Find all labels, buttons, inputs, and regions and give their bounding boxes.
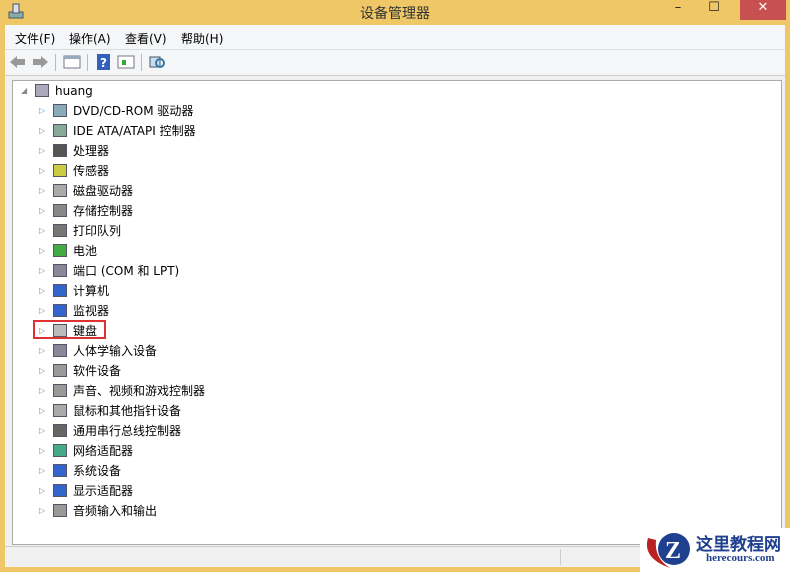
tree-item-label: 声音、视频和游戏控制器 — [73, 384, 206, 398]
expand-icon[interactable]: ▷ — [39, 101, 49, 121]
expand-icon[interactable]: ▷ — [39, 301, 49, 321]
device-category-icon — [53, 184, 67, 197]
toolbar-separator — [141, 54, 142, 71]
device-category-icon — [53, 284, 67, 297]
menu-bar: 文件(F) 操作(A) 查看(V) 帮助(H) — [5, 25, 785, 50]
svg-text:?: ? — [100, 56, 107, 70]
help-icon[interactable]: ? — [95, 54, 113, 70]
tree-item-label: 存储控制器 — [73, 204, 134, 218]
device-category-icon — [53, 464, 67, 477]
expand-icon[interactable]: ▷ — [39, 241, 49, 261]
tree-item-label: 计算机 — [73, 284, 110, 298]
tree-item-label: 鼠标和其他指针设备 — [73, 404, 182, 418]
watermark: Z 这里教程网 herecours.com — [640, 528, 790, 572]
expand-icon[interactable]: ▷ — [39, 141, 49, 161]
minimize-button[interactable]: – — [664, 0, 692, 20]
toolbar-separator — [55, 54, 56, 71]
tree-item-label: 通用串行总线控制器 — [73, 424, 182, 438]
highlight-box — [33, 320, 106, 339]
expand-icon[interactable]: ▷ — [39, 341, 49, 361]
tree-item-label: 网络适配器 — [73, 444, 134, 458]
scan-hardware-icon[interactable] — [148, 54, 166, 70]
tree-item-label: 打印队列 — [73, 224, 122, 238]
tree-item-label: 监视器 — [73, 304, 110, 318]
expand-icon[interactable]: ▷ — [39, 361, 49, 381]
close-button[interactable]: ✕ — [740, 0, 786, 20]
tree-item-label: 端口 (COM 和 LPT) — [73, 264, 180, 278]
expand-icon[interactable]: ▷ — [39, 261, 49, 281]
expand-icon[interactable]: ▷ — [39, 221, 49, 241]
expand-icon[interactable]: ▷ — [39, 421, 49, 441]
device-category-icon — [53, 344, 67, 357]
device-category-icon — [53, 244, 67, 257]
toolbar-separator — [87, 54, 88, 71]
device-category-icon — [53, 484, 67, 497]
device-category-icon — [53, 204, 67, 217]
expand-icon[interactable]: ▷ — [39, 461, 49, 481]
menu-help[interactable]: 帮助(H) — [181, 30, 223, 47]
tree-item-label: 传感器 — [73, 164, 110, 178]
tree-item-label: IDE ATA/ATAPI 控制器 — [73, 124, 196, 138]
properties-icon[interactable] — [117, 54, 135, 70]
status-pane — [560, 549, 561, 565]
expand-icon[interactable]: ▷ — [39, 381, 49, 401]
tree-root-label: huang — [55, 84, 93, 98]
expand-icon[interactable]: ▷ — [39, 181, 49, 201]
menu-action[interactable]: 操作(A) — [69, 30, 111, 47]
tree-item-label: 人体学输入设备 — [73, 344, 158, 358]
device-category-icon — [53, 364, 67, 377]
device-category-icon — [53, 144, 67, 157]
tree-item-label: 显示适配器 — [73, 484, 134, 498]
console-tree-icon[interactable] — [63, 54, 81, 70]
toolbar: ? — [5, 50, 785, 76]
device-category-icon — [53, 124, 67, 137]
window-frame: 文件(F) 操作(A) 查看(V) 帮助(H) ? ◢ huang ▷ DVD/C… — [5, 25, 785, 567]
expand-icon[interactable]: ▷ — [39, 401, 49, 421]
tree-item-label: 软件设备 — [73, 364, 122, 378]
device-category-icon — [53, 424, 67, 437]
tree-item-label: 音频输入和输出 — [73, 504, 158, 518]
tree-item-label: 处理器 — [73, 144, 110, 158]
menu-file[interactable]: 文件(F) — [15, 30, 55, 47]
svg-text:Z: Z — [665, 538, 681, 564]
back-icon[interactable] — [9, 54, 27, 70]
device-category-icon — [53, 224, 67, 237]
device-category-icon — [53, 444, 67, 457]
device-category-icon — [53, 384, 67, 397]
expand-icon[interactable]: ▷ — [39, 161, 49, 181]
menu-view[interactable]: 查看(V) — [125, 30, 167, 47]
expand-icon[interactable]: ▷ — [39, 481, 49, 501]
device-category-icon — [53, 264, 67, 277]
tree-item-label: 系统设备 — [73, 464, 122, 478]
watermark-url: herecours.com — [706, 552, 775, 564]
tree-item-label: DVD/CD-ROM 驱动器 — [73, 104, 194, 118]
collapse-icon[interactable]: ◢ — [21, 81, 31, 101]
expand-icon[interactable]: ▷ — [39, 281, 49, 301]
maximize-button[interactable]: ☐ — [694, 0, 734, 20]
tree-item-label: 电池 — [73, 244, 98, 258]
tree-item-label: 磁盘驱动器 — [73, 184, 134, 198]
title-bar: 设备管理器 – ☐ ✕ — [0, 0, 790, 24]
expand-icon[interactable]: ▷ — [39, 201, 49, 221]
device-category-icon — [53, 404, 67, 417]
device-tree: ◢ huang ▷ DVD/CD-ROM 驱动器 ▷ IDE ATA/ATAPI 控制… — [12, 80, 782, 545]
computer-icon — [35, 84, 49, 97]
forward-icon[interactable] — [31, 54, 49, 70]
expand-icon[interactable]: ▷ — [39, 441, 49, 461]
device-category-icon — [53, 104, 67, 117]
device-category-icon — [53, 304, 67, 317]
device-category-icon — [53, 504, 67, 517]
expand-icon[interactable]: ▷ — [39, 121, 49, 141]
device-category-icon — [53, 164, 67, 177]
expand-icon[interactable]: ▷ — [39, 501, 49, 521]
